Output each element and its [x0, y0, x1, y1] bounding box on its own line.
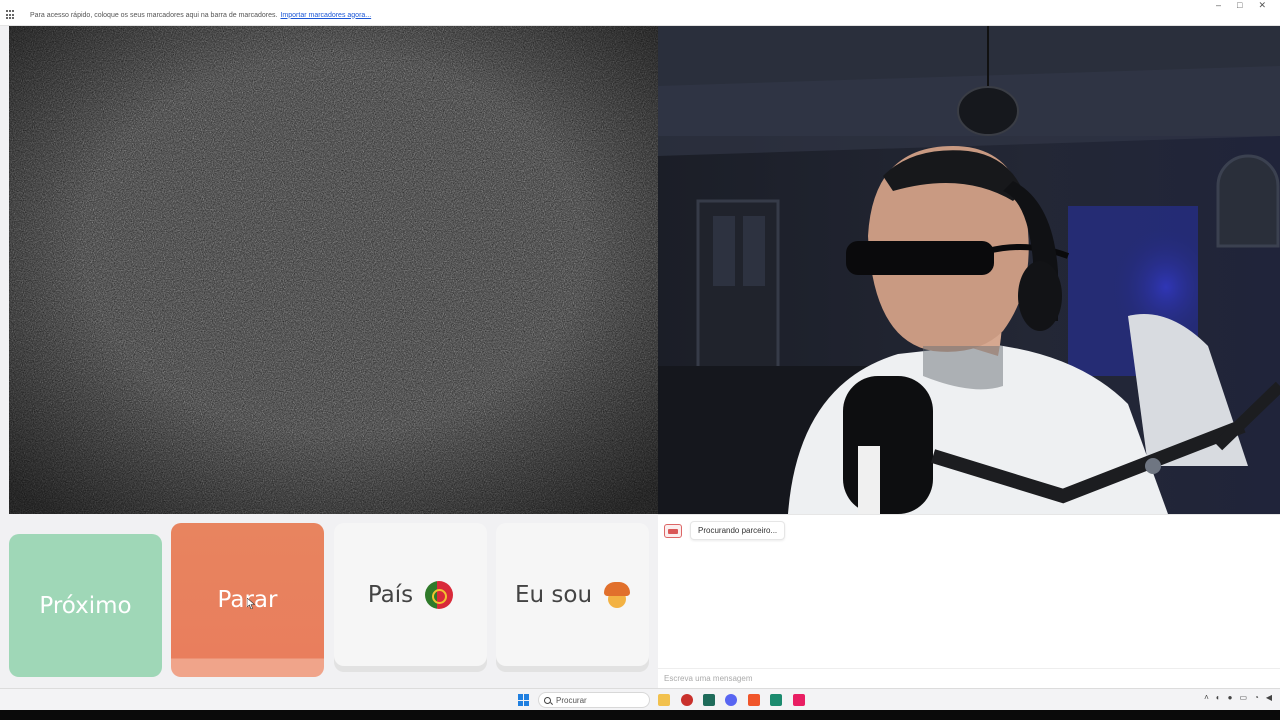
taskbar-search[interactable]: Procurar	[538, 692, 650, 708]
minimize-icon[interactable]: –	[1216, 0, 1221, 11]
windows-start-icon[interactable]	[518, 694, 530, 706]
next-label: Próximo	[39, 592, 132, 619]
country-label: País	[367, 581, 414, 608]
chrome-icon[interactable]	[681, 694, 693, 706]
bookmarks-hint: Para acesso rápido, coloque os seus marc…	[30, 11, 278, 19]
search-icon	[544, 697, 551, 704]
self-webcam-video	[658, 26, 1280, 514]
chat-controls: Próximo Parar País Eu sou	[9, 523, 649, 679]
i-am-button[interactable]: Eu sou	[496, 523, 649, 666]
app-icon[interactable]	[703, 694, 715, 706]
file-explorer-icon[interactable]	[658, 694, 670, 706]
wifi-icon[interactable]: ◔	[1254, 693, 1259, 702]
stop-button[interactable]: Parar	[171, 523, 324, 677]
partner-video-static	[9, 26, 658, 514]
chat-status: Procurando parceiro...	[664, 521, 786, 540]
country-button[interactable]: País	[334, 523, 487, 666]
boy-face-icon	[604, 581, 631, 608]
chat-panel: Procurando parceiro... Escreva uma mensa…	[658, 514, 1280, 688]
close-icon[interactable]: ✕	[1258, 0, 1266, 11]
discord-icon[interactable]	[725, 694, 737, 706]
microphone-icon[interactable]: ●	[1228, 693, 1233, 702]
taskbar: Procurar ˄ ◐ ● ▭ ◔ ◀	[0, 688, 1280, 710]
bookmarks-bar: Para acesso rápido, coloque os seus marc…	[0, 4, 1280, 26]
chevron-up-icon[interactable]: ˄	[1204, 693, 1209, 702]
window-controls: – □ ✕	[1216, 0, 1266, 11]
network-icon[interactable]: ◐	[1216, 693, 1221, 702]
system-tray: ˄ ◐ ● ▭ ◔ ◀	[1204, 693, 1272, 702]
site-logo-icon	[664, 523, 682, 538]
taskbar-search-label: Procurar	[556, 695, 587, 705]
status-message: Procurando parceiro...	[690, 521, 786, 540]
mouse-cursor-icon	[247, 598, 255, 609]
chat-page: Próximo Parar País Eu sou Procurando par…	[0, 26, 1280, 688]
display-icon[interactable]: ▭	[1239, 693, 1247, 702]
app-icon-2[interactable]	[770, 694, 782, 706]
brave-icon[interactable]	[748, 694, 760, 706]
import-bookmarks-link[interactable]: Importar marcadores agora...	[280, 12, 371, 19]
message-input[interactable]: Escreva uma mensagem	[658, 668, 1280, 688]
i-am-label: Eu sou	[514, 581, 593, 608]
screen-border	[0, 710, 1280, 720]
tiktok-icon[interactable]	[793, 694, 805, 706]
portugal-flag-icon	[425, 580, 454, 609]
next-button[interactable]: Próximo	[9, 534, 162, 677]
apps-grid-icon[interactable]	[6, 10, 16, 20]
browser-chrome: Para acesso rápido, coloque os seus marc…	[0, 0, 1280, 26]
maximize-icon[interactable]: □	[1237, 0, 1242, 11]
volume-icon[interactable]: ◀	[1266, 693, 1272, 702]
